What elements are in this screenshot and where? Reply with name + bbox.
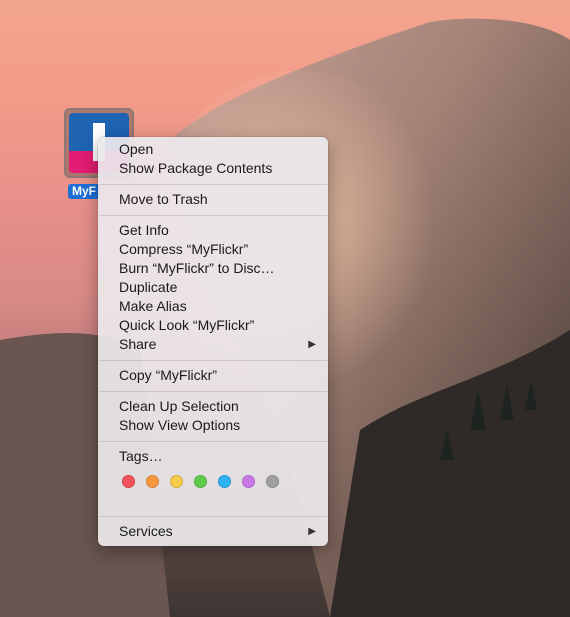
menu-item-compress[interactable]: Compress “MyFlickr” [98, 240, 328, 259]
menu-separator [99, 391, 327, 392]
menu-item-clean-up-selection[interactable]: Clean Up Selection [98, 397, 328, 416]
menu-item-open[interactable]: Open [98, 140, 328, 159]
menu-item-show-package-contents[interactable]: Show Package Contents [98, 159, 328, 178]
menu-item-copy[interactable]: Copy “MyFlickr” [98, 366, 328, 385]
menu-separator [99, 360, 327, 361]
menu-separator [99, 184, 327, 185]
menu-item-show-view-options[interactable]: Show View Options [98, 416, 328, 435]
menu-item-duplicate[interactable]: Duplicate [98, 278, 328, 297]
menu-separator [99, 516, 327, 517]
menu-item-services[interactable]: Services ▶ [98, 522, 328, 541]
menu-item-quick-look[interactable]: Quick Look “MyFlickr” [98, 316, 328, 335]
menu-item-share[interactable]: Share ▶ [98, 335, 328, 354]
tag-dot-green[interactable] [194, 475, 207, 488]
menu-item-make-alias[interactable]: Make Alias [98, 297, 328, 316]
tag-dot-red[interactable] [122, 475, 135, 488]
menu-item-move-to-trash[interactable]: Move to Trash [98, 190, 328, 209]
app-icon-label[interactable]: MyF [68, 184, 100, 199]
tag-dot-yellow[interactable] [170, 475, 183, 488]
tag-dot-orange[interactable] [146, 475, 159, 488]
menu-item-get-info[interactable]: Get Info [98, 221, 328, 240]
menu-item-tags[interactable]: Tags… [98, 447, 328, 466]
menu-item-share-label: Share [119, 336, 157, 352]
menu-item-burn-to-disc[interactable]: Burn “MyFlickr” to Disc… [98, 259, 328, 278]
menu-item-services-label: Services [119, 523, 173, 539]
context-menu: Open Show Package Contents Move to Trash… [98, 137, 328, 546]
tag-dot-purple[interactable] [242, 475, 255, 488]
chevron-right-icon: ▶ [308, 526, 316, 537]
menu-separator [99, 215, 327, 216]
tag-dot-gray[interactable] [266, 475, 279, 488]
tag-dot-blue[interactable] [218, 475, 231, 488]
menu-separator [99, 441, 327, 442]
chevron-right-icon: ▶ [308, 339, 316, 350]
